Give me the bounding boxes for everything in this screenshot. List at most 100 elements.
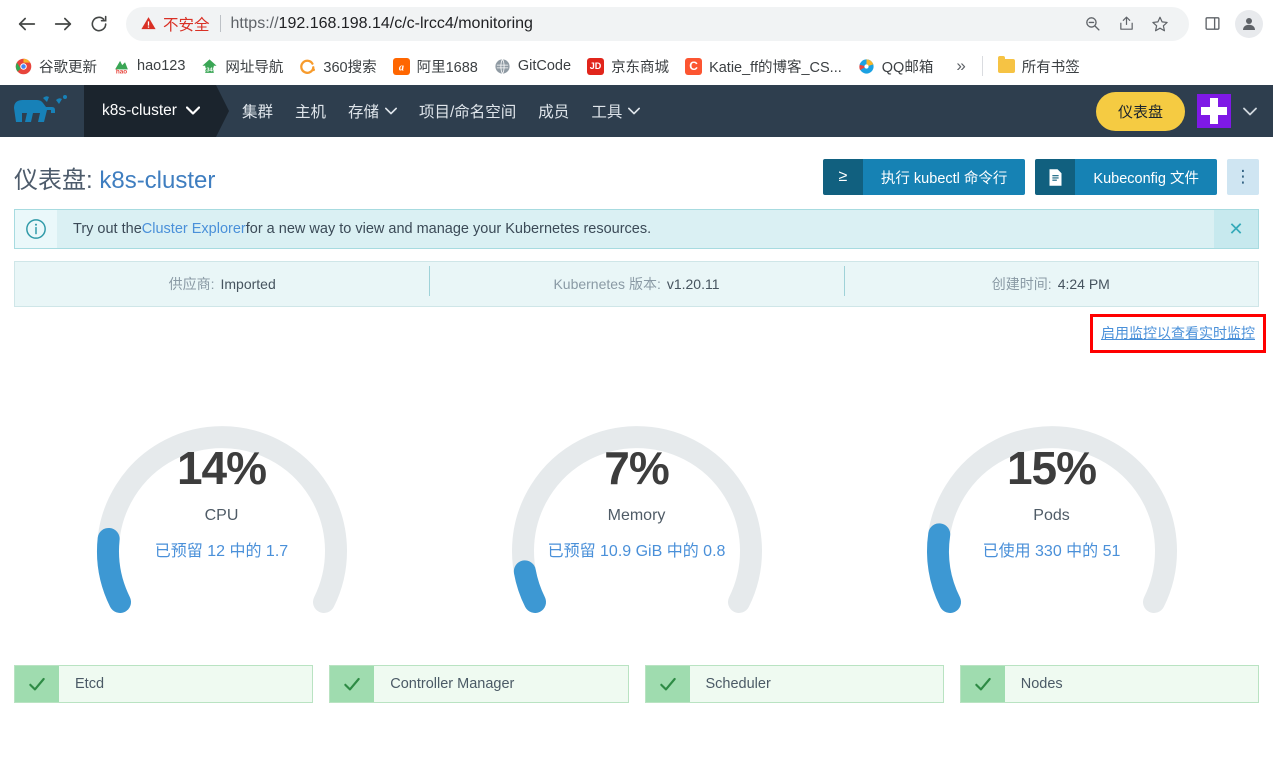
side-panel-icon[interactable] — [1197, 9, 1227, 39]
chrome-icon — [15, 58, 32, 75]
bookmark-item[interactable]: 360搜索 — [292, 52, 383, 81]
nav-item-label: 工具 — [591, 104, 623, 121]
nav-item-projects-namespaces[interactable]: 项目/命名空间 — [419, 100, 516, 122]
security-status-label: 不安全 — [163, 16, 210, 34]
nav-item-label: 主机 — [294, 104, 326, 121]
info-key: 创建时间: — [991, 276, 1052, 292]
folder-icon — [997, 56, 1015, 73]
info-value: v1.20.11 — [666, 276, 720, 292]
dashboard-button[interactable]: 仪表盘 — [1095, 91, 1185, 131]
check-icon — [960, 666, 1005, 702]
kubectl-shell-button[interactable]: ≥ 执行 kubectl 命令行 — [822, 159, 1026, 195]
svg-text:2345: 2345 — [204, 67, 217, 73]
bookmark-item[interactable]: QQ邮箱 — [851, 52, 941, 81]
chevron-down-icon — [384, 102, 397, 120]
360-search-icon — [299, 58, 316, 75]
info-key: 供应商: — [168, 276, 215, 292]
gitcode-icon — [494, 58, 511, 75]
bookmark-label: hao123 — [137, 58, 186, 74]
share-icon[interactable] — [1111, 9, 1141, 39]
check-icon — [645, 666, 690, 702]
bookmark-item[interactable]: 2345 网址导航 — [194, 52, 290, 81]
enable-monitoring-row: 启用监控以查看实时监控 — [14, 307, 1266, 353]
nav-item-members[interactable]: 成员 — [538, 100, 569, 122]
main-content: 仪表盘: k8s-cluster ≥ 执行 kubectl 命令行 Kubeco… — [0, 137, 1273, 703]
bookmarks-divider — [981, 56, 983, 76]
url-rest: 192.168.198.14/c/c-lrcc4/monitoring — [278, 14, 533, 32]
check-icon — [330, 666, 375, 702]
status-label: Nodes — [1020, 676, 1063, 692]
bookmark-item[interactable]: 谷歌更新 — [8, 52, 104, 81]
rancher-cow-logo[interactable] — [0, 85, 84, 137]
kubectl-shell-label: 执行 kubectl 命令行 — [862, 159, 1026, 195]
bookmark-star-icon[interactable] — [1145, 9, 1175, 39]
bookmark-label: 阿里1688 — [416, 59, 478, 76]
all-bookmarks-button[interactable]: 所有书签 — [991, 52, 1087, 81]
gauge-pods: 15% Pods 已使用 330 中的 51 — [844, 353, 1259, 653]
info-cell-created: 创建时间: 4:24 PM — [843, 266, 1258, 296]
bookmark-label: 京东商城 — [611, 59, 670, 76]
bookmark-item[interactable]: C Katie_ff的博客_CS... — [678, 52, 849, 81]
avatar-shape-h — [1201, 107, 1227, 115]
bookmarks-overflow-button[interactable]: » — [948, 53, 973, 79]
rancher-nav-links: 集群 主机 存储 项目/命名空间 成员 工具 — [242, 85, 641, 137]
info-value: Imported — [220, 276, 276, 292]
hao123-icon: hao — [113, 58, 130, 75]
page-header: 仪表盘: k8s-cluster ≥ 执行 kubectl 命令行 Kubeco… — [14, 137, 1259, 209]
profile-avatar[interactable] — [1235, 9, 1263, 38]
resource-gauges: 14% CPU 已预留 12 中的 1.7 7% Memory 已预留 10.9… — [14, 353, 1259, 653]
cluster-selector[interactable]: k8s-cluster — [84, 85, 216, 137]
bookmark-item[interactable]: JD 京东商城 — [580, 52, 676, 81]
page-title-cluster-name: k8s-cluster — [99, 166, 216, 194]
kubeconfig-button[interactable]: Kubeconfig 文件 — [1035, 159, 1217, 195]
reload-icon[interactable] — [82, 7, 116, 41]
info-cell-k8s-version: Kubernetes 版本: v1.20.11 — [429, 266, 843, 296]
page-title-prefix: 仪表盘: — [14, 166, 100, 194]
chevron-down-icon — [185, 102, 201, 120]
nav-item-tools[interactable]: 工具 — [591, 100, 641, 122]
user-menu-chevron-down-icon[interactable] — [1243, 104, 1257, 119]
user-avatar-icon[interactable] — [1197, 94, 1231, 128]
gauge-memory: 7% Memory 已预留 10.9 GiB 中的 0.8 — [429, 353, 844, 653]
svg-text:a: a — [399, 62, 404, 73]
check-icon — [15, 666, 59, 702]
url-scheme: https:// — [230, 14, 279, 32]
header-right-actions: 仪表盘 — [1095, 85, 1273, 137]
banner-text: Try out the Cluster Explorer for a new w… — [57, 210, 1214, 248]
status-scheduler: Scheduler — [644, 665, 944, 703]
forward-arrow-icon[interactable] — [46, 7, 80, 41]
nav-item-clusters[interactable]: 集群 — [242, 100, 273, 122]
status-controller-manager: Controller Manager — [329, 665, 629, 703]
cluster-selector-label: k8s-cluster — [102, 102, 177, 119]
info-key: Kubernetes 版本: — [553, 276, 661, 292]
address-bar[interactable]: 不安全 https://192.168.198.14/c/c-lrcc4/mon… — [126, 6, 1189, 41]
page-title: 仪表盘: k8s-cluster — [14, 160, 215, 195]
banner-text-before: Try out the — [73, 221, 142, 237]
nav-item-storage[interactable]: 存储 — [348, 100, 397, 122]
bookmark-label: 网址导航 — [225, 59, 284, 76]
bookmarks-bar: 谷歌更新 hao hao123 2345 网址导航 360搜索 a 阿里1688 — [0, 47, 1273, 85]
cluster-explorer-link[interactable]: Cluster Explorer — [142, 221, 246, 237]
bookmark-item[interactable]: a 阿里1688 — [386, 52, 485, 81]
vertical-dots-icon[interactable]: ⋮ — [1227, 159, 1259, 195]
status-nodes: Nodes — [959, 665, 1259, 703]
page-header-actions: ≥ 执行 kubectl 命令行 Kubeconfig 文件 ⋮ — [822, 159, 1259, 195]
zoom-out-icon[interactable] — [1077, 9, 1107, 39]
bookmark-item[interactable]: hao hao123 — [106, 54, 192, 79]
info-circle-icon — [15, 210, 57, 248]
close-icon[interactable]: ✕ — [1214, 210, 1258, 248]
bookmark-item[interactable]: GitCode — [487, 54, 578, 79]
back-arrow-icon[interactable] — [10, 7, 44, 41]
enable-monitoring-link[interactable]: 启用监控以查看实时监控 — [1090, 313, 1266, 353]
status-label: Controller Manager — [390, 676, 515, 692]
bookmark-label: QQ邮箱 — [881, 59, 934, 76]
nav-item-label: 存储 — [347, 104, 379, 121]
url-text: https://192.168.198.14/c/c-lrcc4/monitor… — [231, 15, 533, 33]
cluster-explorer-banner: Try out the Cluster Explorer for a new w… — [14, 209, 1259, 249]
gauge-cpu: 14% CPU 已预留 12 中的 1.7 — [14, 353, 429, 653]
browser-toolbar: 不安全 https://192.168.198.14/c/c-lrcc4/mon… — [0, 0, 1273, 47]
nav-item-label: 成员 — [538, 104, 570, 121]
qqmail-icon — [858, 58, 875, 75]
nav-item-hosts[interactable]: 主机 — [295, 100, 326, 122]
info-cell-provider: 供应商: Imported — [15, 274, 429, 294]
